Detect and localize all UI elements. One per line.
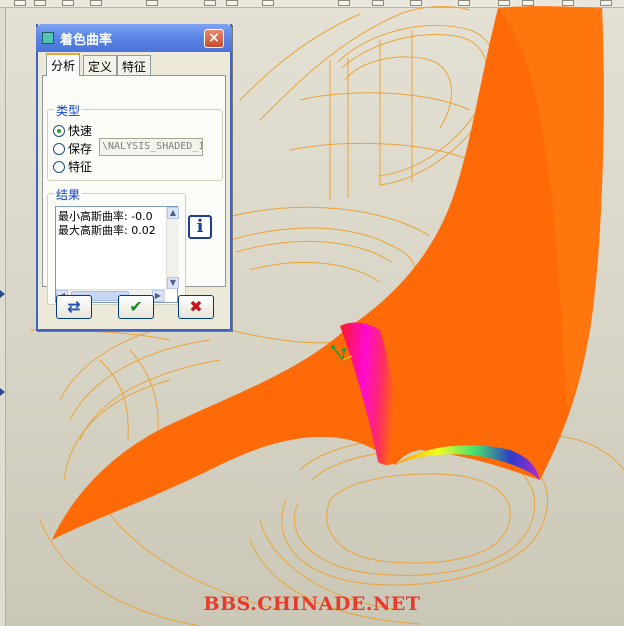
radio-empty-icon bbox=[53, 160, 65, 173]
type-group: 类型 快速 保存 特征 \NALYSIS_SHADED_1 bbox=[47, 102, 223, 181]
window-icon bbox=[42, 32, 54, 44]
radio-empty-icon bbox=[53, 142, 65, 155]
radio-quick-label: 快速 bbox=[68, 124, 93, 138]
watermark: BBS.CHINADE.NET bbox=[203, 593, 421, 615]
repeat-button[interactable]: ⇄ bbox=[56, 295, 92, 319]
info-button[interactable]: i bbox=[188, 215, 212, 239]
dialog-title: 着色曲率 bbox=[60, 33, 113, 48]
tab-feature[interactable]: 特征 bbox=[117, 55, 152, 75]
type-group-label: 类型 bbox=[54, 102, 83, 119]
radio-save[interactable]: 保存 bbox=[53, 140, 92, 157]
radio-selected-icon bbox=[53, 124, 65, 137]
close-button[interactable]: × bbox=[204, 29, 224, 48]
results-group: 结果 最小高斯曲率: -0.0 最大高斯曲率: 0.02 ▲ ▼ ◀ ▶ bbox=[47, 186, 186, 305]
analysis-name-field[interactable]: \NALYSIS_SHADED_1 bbox=[99, 138, 203, 156]
ok-button[interactable]: ✔ bbox=[118, 295, 154, 319]
results-list[interactable]: 最小高斯曲率: -0.0 最大高斯曲率: 0.02 ▲ ▼ ◀ ▶ bbox=[55, 206, 179, 303]
tab-analysis[interactable]: 分析 bbox=[46, 53, 81, 76]
results-group-label: 结果 bbox=[54, 186, 83, 203]
radio-feature[interactable]: 特征 bbox=[53, 158, 92, 175]
shaded-curvature-dialog: 着色曲率 × 分析 定义 特征 类型 快速 保存 特征 \NALYSIS_SHA… bbox=[36, 24, 232, 331]
cancel-button[interactable]: ✖ bbox=[178, 295, 214, 319]
scroll-up-icon[interactable]: ▲ bbox=[167, 207, 179, 219]
dialog-titlebar[interactable]: 着色曲率 × bbox=[36, 24, 232, 52]
radio-feature-label: 特征 bbox=[68, 160, 93, 174]
tab-panel: 类型 快速 保存 特征 \NALYSIS_SHADED_1 结果 最小高斯曲率:… bbox=[42, 75, 226, 305]
scroll-down-icon[interactable]: ▼ bbox=[167, 277, 179, 289]
radio-save-label: 保存 bbox=[68, 142, 93, 156]
vertical-scrollbar[interactable]: ▲ ▼ bbox=[166, 207, 179, 289]
radio-quick[interactable]: 快速 bbox=[53, 122, 92, 139]
result-max-gaussian: 最大高斯曲率: 0.02 bbox=[58, 224, 156, 237]
tab-definition[interactable]: 定义 bbox=[83, 55, 118, 75]
